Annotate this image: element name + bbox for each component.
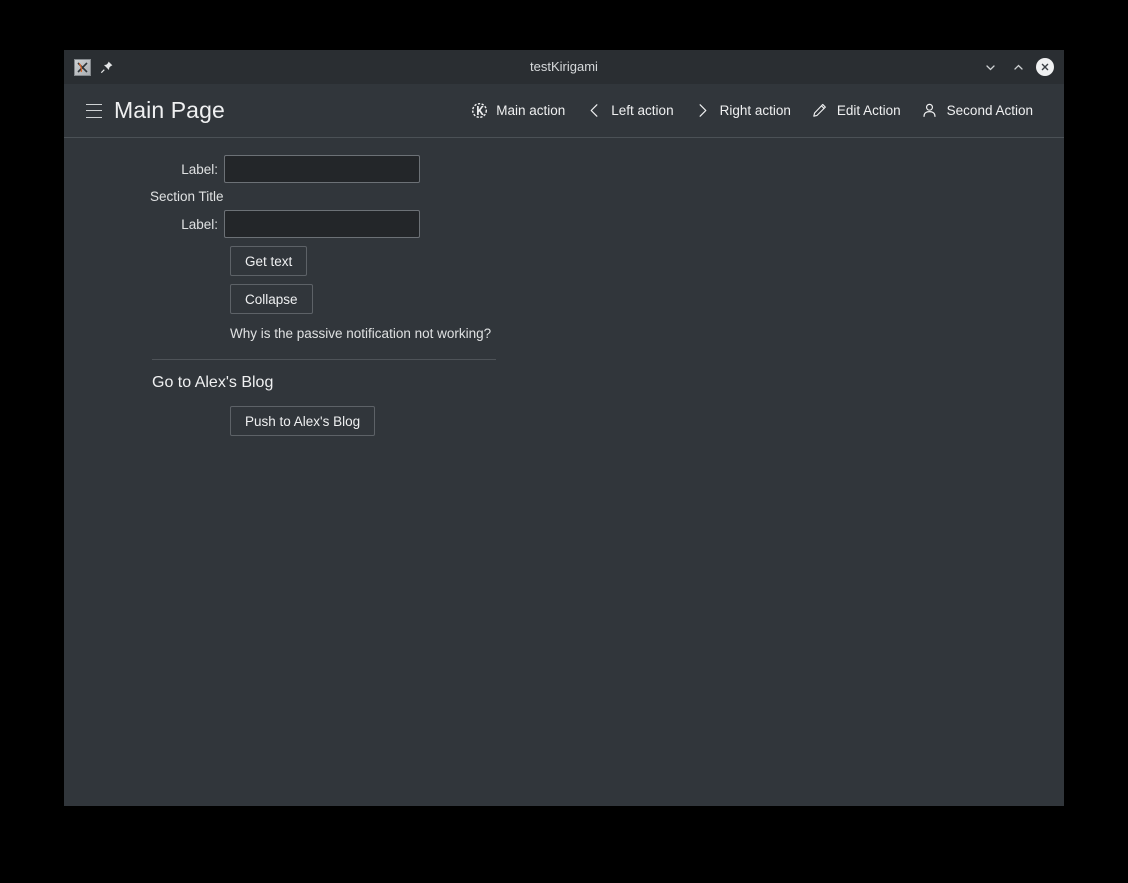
page-header-toolbar: Main Page Main action Left action Right … [64, 84, 1064, 138]
chevron-right-icon [694, 102, 712, 120]
action-right-action[interactable]: Right action [684, 96, 801, 126]
header-left: Main Page [64, 97, 225, 124]
action-edit-action[interactable]: Edit Action [801, 96, 911, 126]
page-content: Label: Section Title Label: Get text Col… [64, 138, 1064, 806]
blog-button-row: Push to Alex's Blog [230, 406, 504, 436]
form-row-section-title: Section Title [64, 189, 504, 204]
form-area: Label: Section Title Label: Get text Col… [64, 155, 504, 436]
minimize-button[interactable] [980, 57, 1000, 77]
action-main-action[interactable]: Main action [460, 96, 575, 126]
x-application-icon[interactable] [74, 58, 91, 76]
passive-notification-note: Why is the passive notification not work… [230, 326, 492, 341]
close-button[interactable] [1036, 58, 1054, 76]
titlebar-left-buttons [64, 58, 115, 76]
window-title: testKirigami [530, 59, 598, 74]
section-divider [152, 359, 496, 360]
chevron-left-icon [585, 102, 603, 120]
kde-logo-icon [470, 102, 488, 120]
pencil-edit-icon [811, 102, 829, 120]
action-label: Left action [611, 103, 674, 118]
get-text-button[interactable]: Get text [230, 246, 308, 276]
action-label: Right action [719, 103, 791, 118]
form-row-label-1: Label: [64, 155, 504, 183]
text-input-2[interactable] [224, 210, 420, 238]
text-input-1[interactable] [224, 155, 420, 183]
action-label: Edit Action [836, 103, 901, 118]
user-person-icon [921, 102, 939, 120]
push-to-blog-button[interactable]: Push to Alex's Blog [230, 406, 376, 436]
blog-section-title: Go to Alex's Blog [152, 374, 274, 391]
action-label: Second Action [946, 103, 1033, 118]
maximize-button[interactable] [1008, 57, 1028, 77]
header-actions: Main action Left action Right action Edi… [460, 96, 1064, 126]
pin-icon[interactable] [99, 59, 115, 75]
hamburger-menu-icon[interactable] [86, 103, 102, 118]
page-title: Main Page [114, 97, 225, 123]
form-row-get-text: Get text [230, 246, 504, 276]
window-controls [980, 57, 1064, 77]
form-row-collapse: Collapse [230, 284, 504, 314]
action-label: Main action [496, 103, 566, 118]
label-1: Label: [181, 161, 218, 177]
label-2: Label: [181, 216, 218, 232]
application-window: testKirigami Main Page Main action Left … [64, 50, 1064, 806]
form-row-label-2: Label: [64, 210, 504, 238]
section-title: Section Title [150, 189, 224, 204]
title-bar: testKirigami [64, 50, 1064, 84]
collapse-button[interactable]: Collapse [230, 284, 313, 314]
action-left-action[interactable]: Left action [575, 96, 683, 126]
action-second-action[interactable]: Second Action [911, 96, 1043, 126]
